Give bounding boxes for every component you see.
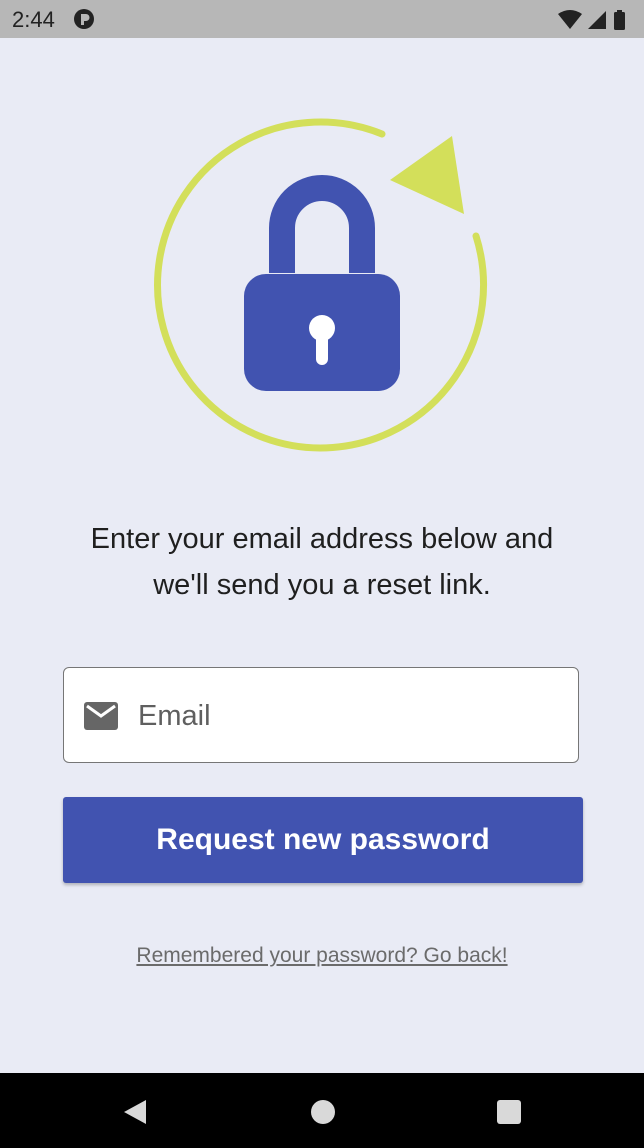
status-bar: 2:44 bbox=[0, 0, 644, 38]
request-new-password-button[interactable]: Request new password bbox=[63, 797, 583, 883]
back-icon[interactable] bbox=[122, 1098, 148, 1126]
navigation-bar bbox=[0, 1073, 644, 1148]
go-back-link[interactable]: Remembered your password? Go back! bbox=[0, 944, 644, 968]
email-field[interactable] bbox=[63, 667, 579, 763]
status-icons bbox=[558, 10, 625, 30]
signal-icon bbox=[588, 11, 606, 29]
recents-icon[interactable] bbox=[497, 1100, 521, 1124]
home-icon[interactable] bbox=[310, 1099, 336, 1125]
instruction-line-2: we'll send you a reset link. bbox=[153, 569, 491, 601]
email-input[interactable] bbox=[138, 688, 558, 744]
battery-icon bbox=[614, 10, 625, 30]
mail-icon bbox=[84, 702, 118, 730]
status-time: 2:44 bbox=[12, 7, 55, 32]
lock-reset-icon bbox=[154, 118, 487, 452]
instruction-line-1: Enter your email address below and bbox=[90, 523, 554, 555]
app-notification-icon bbox=[74, 9, 94, 29]
wifi-icon bbox=[558, 10, 582, 29]
instruction-text: Enter your email address below and we'll… bbox=[40, 516, 604, 608]
